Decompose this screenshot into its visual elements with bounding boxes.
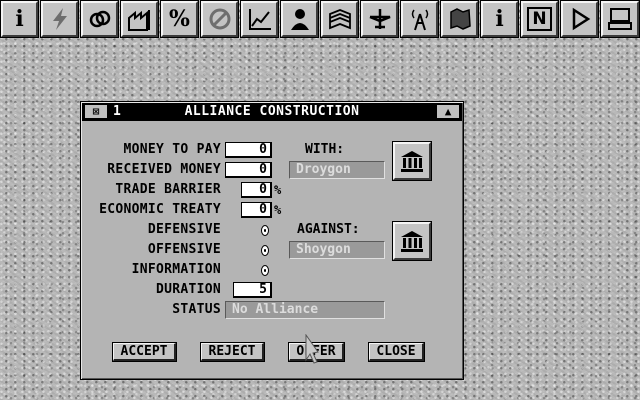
label-trade-barrier: TRADE BARRIER [115, 182, 221, 197]
advisor-icon[interactable] [280, 0, 319, 38]
map-icon[interactable] [440, 0, 479, 38]
label-defensive: DEFENSIVE [147, 222, 221, 237]
economic-treaty-percent: % [274, 203, 282, 217]
percent-icon[interactable]: % [160, 0, 199, 38]
alliance-construction-dialog: ⊠ 1 ALLIANCE CONSTRUCTION ▲ MONEY TO PAY… [80, 101, 464, 380]
no-entry-icon[interactable] [200, 0, 239, 38]
information-radio[interactable] [261, 265, 269, 276]
info-icon[interactable]: i [480, 0, 519, 38]
defensive-radio[interactable] [261, 225, 269, 236]
news-icon[interactable]: N [520, 0, 559, 38]
received-money-field[interactable]: 0 [225, 162, 272, 178]
against-country-field[interactable]: Shoygon [289, 241, 385, 259]
economic-treaty-field[interactable]: 0 [241, 202, 272, 218]
reject-button[interactable]: REJECT [200, 342, 265, 362]
plane-icon[interactable] [360, 0, 399, 38]
play-icon[interactable] [560, 0, 599, 38]
trade-barrier-field[interactable]: 0 [241, 182, 272, 198]
money-to-pay-field[interactable]: 0 [225, 142, 272, 158]
label-economic-treaty: ECONOMIC TREATY [99, 202, 221, 217]
against-country-bank-button[interactable] [392, 221, 432, 261]
radio-tower-icon[interactable] [400, 0, 439, 38]
accept-button[interactable]: ACCEPT [112, 342, 177, 362]
label-received-money: RECEIVED MONEY [107, 162, 221, 177]
with-country-bank-button[interactable] [392, 141, 432, 181]
lightning-icon[interactable] [40, 0, 79, 38]
dialog-title: ALLIANCE CONSTRUCTION [184, 104, 360, 119]
offensive-radio[interactable] [261, 245, 269, 256]
book-icon[interactable] [320, 0, 359, 38]
close-button[interactable]: CLOSE [368, 342, 425, 362]
trade-barrier-percent: % [274, 183, 282, 197]
duration-field[interactable]: 5 [233, 282, 272, 298]
label-duration: DURATION [155, 282, 221, 297]
dialog-titlebar[interactable]: ⊠ 1 ALLIANCE CONSTRUCTION ▲ [82, 103, 462, 121]
status-field: No Alliance [225, 301, 385, 319]
label-with: WITH: [305, 142, 345, 157]
info-icon[interactable]: i [0, 0, 39, 38]
label-status: STATUS [172, 302, 221, 317]
window-resize-icon[interactable]: ▲ [437, 105, 459, 118]
graph-icon[interactable] [240, 0, 279, 38]
label-information: INFORMATION [131, 262, 221, 277]
factory-icon[interactable] [120, 0, 159, 38]
label-against: AGAINST: [297, 222, 360, 237]
label-offensive: OFFENSIVE [147, 242, 221, 257]
label-money-to-pay: MONEY TO PAY [123, 142, 221, 157]
computer-icon[interactable] [600, 0, 640, 38]
with-country-field[interactable]: Droygon [289, 161, 385, 179]
diplomacy-rings-icon[interactable] [80, 0, 119, 38]
bank-icon [401, 231, 423, 252]
bank-icon [401, 151, 423, 172]
toolbar: i % i N [0, 0, 640, 38]
mouse-pointer-icon [305, 334, 319, 364]
